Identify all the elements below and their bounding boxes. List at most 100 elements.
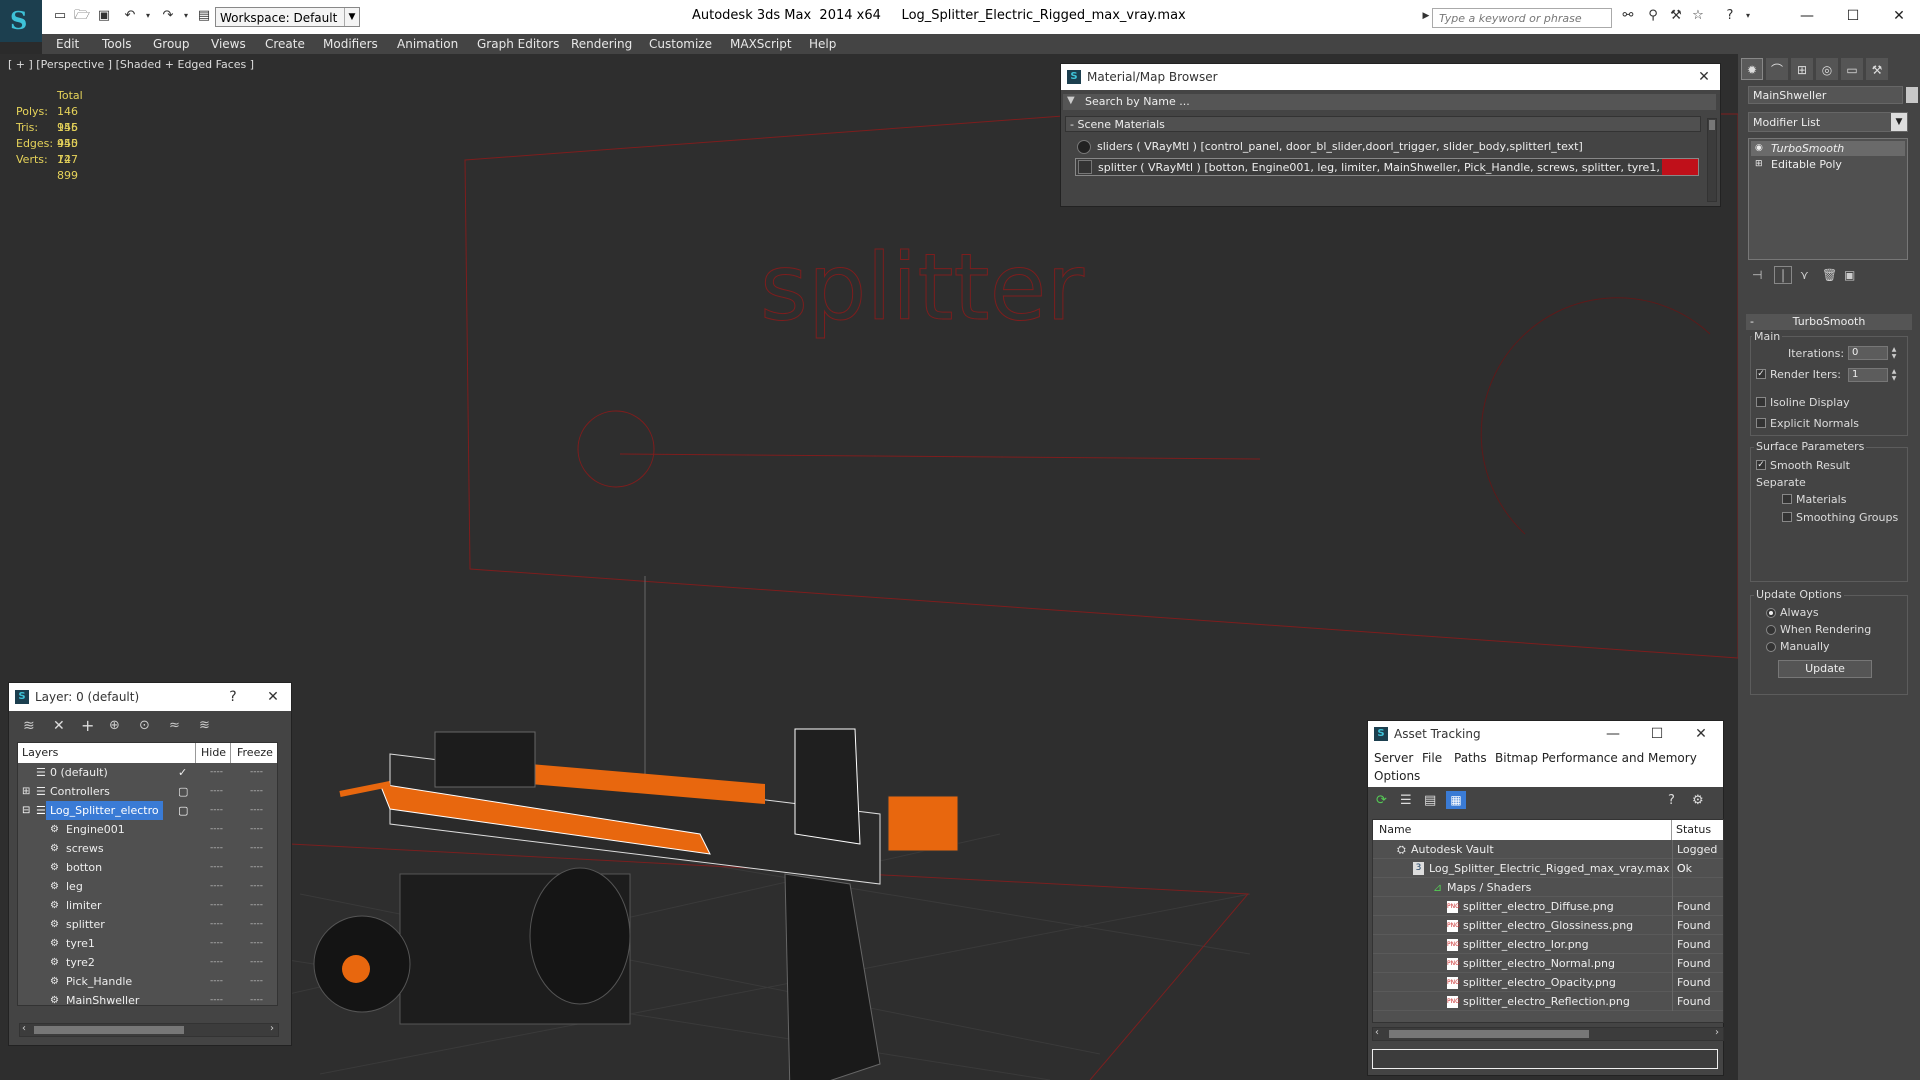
freeze-toggle[interactable]: ---- [250, 896, 263, 915]
menu-maxscript[interactable]: MAXScript [730, 34, 792, 54]
render-iters-spinner[interactable]: 1 [1848, 368, 1888, 382]
menu-tools[interactable]: Tools [102, 34, 132, 54]
layer-dialog-titlebar[interactable]: S Layer: 0 (default) ? ✕ [9, 683, 291, 711]
render-iters-checkbox[interactable]: ✓ [1756, 369, 1766, 379]
expand-plus-icon[interactable]: ⊞ [22, 782, 30, 801]
scroll-right-icon[interactable]: › [1715, 1027, 1719, 1038]
menu-options[interactable]: Options [1374, 769, 1420, 783]
settings-icon[interactable]: ⚙ [1692, 793, 1704, 808]
hide-toggle[interactable]: ---- [210, 953, 223, 972]
create-layer-icon[interactable]: + [81, 716, 94, 735]
menu-edit[interactable]: Edit [56, 34, 79, 54]
maximize-icon[interactable]: ☐ [1645, 721, 1669, 747]
hide-toggle[interactable]: ---- [210, 915, 223, 934]
tree-view-icon[interactable]: ▤ [1424, 793, 1436, 808]
freeze-toggle[interactable]: ---- [250, 915, 263, 934]
active-layer-box-icon[interactable]: ▢ [178, 782, 188, 801]
menu-create[interactable]: Create [265, 34, 305, 54]
smooth-result-checkbox[interactable]: ✓ [1756, 460, 1766, 470]
scene-materials-header[interactable]: - Scene Materials [1065, 116, 1701, 132]
layer-object-row[interactable]: ⚙ leg ---- ---- [18, 877, 270, 896]
select-objects-in-layer-icon[interactable]: ⊙ [139, 718, 150, 733]
freeze-toggle[interactable]: ---- [250, 858, 263, 877]
show-end-result-icon[interactable]: ⏐ [1774, 266, 1792, 284]
active-layer-check-icon[interactable]: ✓ [178, 763, 187, 782]
separate-smoothing-groups-checkbox[interactable] [1782, 512, 1792, 522]
undo-dropdown-icon[interactable]: ▾ [140, 8, 156, 24]
menu-file[interactable]: File [1422, 751, 1442, 765]
maximize-window-icon[interactable]: ☐ [1838, 5, 1868, 27]
modifier-list-dropdown[interactable]: Modifier List ▼ [1748, 112, 1908, 132]
hide-toggle[interactable]: ---- [210, 991, 223, 1005]
menu-group[interactable]: Group [153, 34, 190, 54]
minimize-window-icon[interactable]: — [1792, 5, 1822, 27]
freeze-toggle[interactable]: ---- [250, 820, 263, 839]
object-color-swatch[interactable] [1906, 87, 1918, 103]
freeze-toggle[interactable]: ---- [250, 953, 263, 972]
help-icon[interactable]: ? [221, 683, 245, 711]
scroll-left-icon[interactable]: ‹ [22, 1023, 26, 1034]
configure-modifier-sets-icon[interactable]: ▣ [1844, 268, 1855, 282]
material-browser-scrollbar[interactable] [1707, 118, 1717, 202]
layer-object-row[interactable]: ⚙ Engine001 ---- ---- [18, 820, 270, 839]
explicit-normals-checkbox[interactable] [1756, 418, 1766, 428]
spinner-arrows-icon[interactable]: ▲ ▼ [1890, 368, 1898, 382]
freeze-toggle[interactable]: ---- [250, 877, 263, 896]
project-folder-icon[interactable]: ▤ [196, 8, 212, 24]
column-header-layers[interactable]: Layers [18, 743, 196, 763]
display-tab-icon[interactable]: ▭ [1841, 58, 1863, 80]
hide-toggle[interactable]: ---- [210, 801, 223, 820]
freeze-toggle[interactable]: ---- [250, 782, 263, 801]
close-icon[interactable]: ✕ [1692, 64, 1716, 90]
highlight-layer-icon[interactable]: ≈ [169, 718, 180, 733]
help-icon[interactable]: ? [1722, 8, 1738, 24]
delete-layer-icon[interactable]: ✕ [53, 718, 65, 734]
material-search-input[interactable]: Search by Name ... [1085, 95, 1190, 108]
layer-object-row[interactable]: ⚙ Pick_Handle ---- ---- [18, 972, 270, 991]
refresh-icon[interactable]: ⟳ [1376, 793, 1387, 808]
log-splitter-model[interactable] [313, 728, 959, 1080]
update-button[interactable]: Update [1778, 660, 1872, 678]
hide-toggle[interactable]: ---- [210, 820, 223, 839]
menu-server[interactable]: Server [1374, 751, 1413, 765]
hide-toggle[interactable]: ---- [210, 839, 223, 858]
hide-toggle[interactable]: ---- [210, 858, 223, 877]
pin-stack-icon[interactable]: ⊣ [1752, 268, 1762, 282]
remove-modifier-icon[interactable]: 🗑 [1822, 268, 1837, 282]
list-view-icon[interactable]: ☰ [1400, 793, 1412, 808]
stack-item-turbosmooth[interactable]: ◉ TurboSmooth [1751, 141, 1905, 156]
asset-tracking-titlebar[interactable]: S Asset Tracking — ☐ ✕ [1368, 721, 1723, 747]
column-header-hide[interactable]: Hide [196, 743, 231, 763]
layer-object-row[interactable]: ⚙ tyre1 ---- ---- [18, 934, 270, 953]
close-icon[interactable]: ✕ [1689, 721, 1713, 747]
app-logo-button[interactable]: S [0, 0, 42, 42]
layer-row-default[interactable]: ☰ 0 (default) ✓ ---- ---- [18, 763, 270, 782]
column-header-name[interactable]: Name [1373, 820, 1672, 840]
menu-bitmap-performance[interactable]: Bitmap Performance and Memory [1495, 751, 1697, 765]
hierarchy-tab-icon[interactable]: ⊞ [1791, 58, 1813, 80]
favorites-star-icon[interactable]: ☆ [1690, 8, 1706, 24]
layer-row-controllers[interactable]: ⊞ ☰ Controllers ▢ ---- ---- [18, 782, 270, 801]
binoculars-icon[interactable]: ⚯ [1620, 8, 1636, 24]
scroll-left-icon[interactable]: ‹ [1375, 1027, 1379, 1038]
save-file-icon[interactable]: ▣ [96, 8, 112, 24]
menu-paths[interactable]: Paths [1454, 751, 1487, 765]
hide-toggle[interactable]: ---- [210, 782, 223, 801]
layers-manager-icon[interactable]: ≋ [23, 718, 35, 734]
layer-object-row[interactable]: ⚙ splitter ---- ---- [18, 915, 270, 934]
create-tab-sun-icon[interactable]: ✹ [1741, 58, 1763, 80]
asset-row[interactable]: 3 Log_Splitter_Electric_Rigged_max_vray.… [1373, 859, 1723, 878]
help-dropdown-icon[interactable]: ▾ [1740, 8, 1756, 24]
material-item-splitter[interactable]: splitter ( VRayMtl ) [botton, Engine001,… [1075, 158, 1699, 176]
menu-animation[interactable]: Animation [397, 34, 458, 54]
layer-object-row[interactable]: ⚙ limiter ---- ---- [18, 896, 270, 915]
help-icon[interactable]: ? [1668, 793, 1675, 808]
isoline-display-checkbox[interactable] [1756, 397, 1766, 407]
asset-path-field[interactable] [1372, 1049, 1718, 1069]
menu-customize[interactable]: Customize [649, 34, 712, 54]
object-name-field[interactable]: MainShweller [1748, 86, 1903, 104]
asset-row[interactable]: PNG splitter_electro_Opacity.png Found [1373, 973, 1723, 992]
hide-toggle[interactable]: ---- [210, 972, 223, 991]
freeze-toggle[interactable]: ---- [250, 839, 263, 858]
hide-all-layers-icon[interactable]: ≋ [199, 718, 210, 733]
